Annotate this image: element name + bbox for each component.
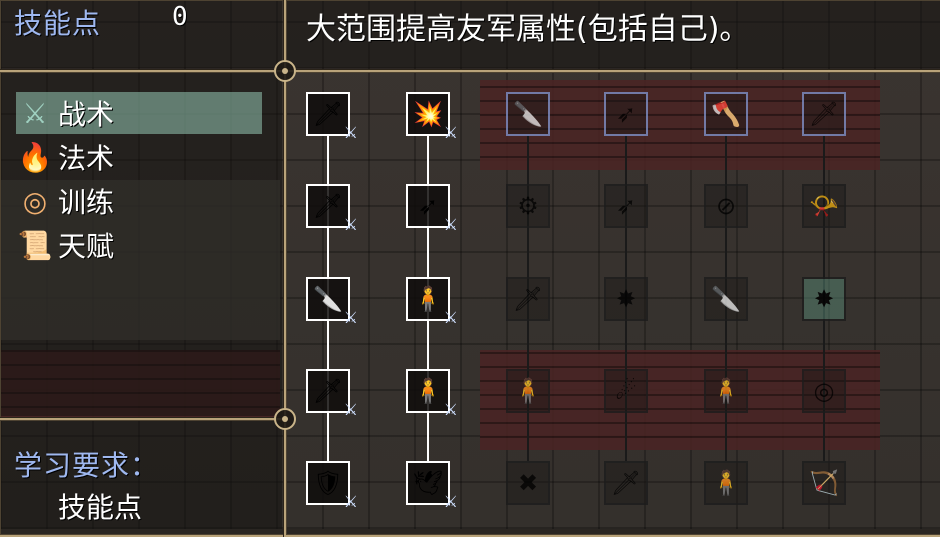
skill-slot[interactable]: 🔪 (506, 92, 550, 136)
skill-slot[interactable]: 🏹 (802, 461, 846, 505)
skill-slot[interactable]: 🧍 (506, 369, 550, 413)
green-gear-icon: ⚙ (517, 192, 539, 220)
skill-slot[interactable]: ➶ (604, 92, 648, 136)
skill-slot[interactable]: 🗡 (506, 277, 550, 321)
skill-points-label: 技能点 (14, 7, 102, 40)
skill-slot[interactable]: 🧍 ⚔ (406, 277, 458, 327)
weapon-badge-icon: ⚔ (443, 308, 458, 327)
shadow-flame-icon: ☄ (615, 377, 637, 405)
skill-slot[interactable]: ☄ (604, 369, 648, 413)
requirement-item: 技能点 (58, 491, 143, 524)
fire-dagger-icon: 🔪 (313, 285, 343, 313)
skill-slot[interactable]: 🧍 ⚔ (406, 369, 458, 419)
horn-icon: 📯 (809, 192, 839, 220)
wing-icon: 🕊 (412, 469, 444, 497)
tactics-icon: ⚔ (22, 96, 48, 130)
fire-burst-icon: ✸ (615, 285, 637, 313)
fire-burst-icon: ✸ (813, 285, 835, 313)
fire-figure-icon: 🧍 (513, 377, 543, 405)
ice-sword-icon: 🗡 (312, 377, 344, 405)
skill-slot[interactable]: 💥 ⚔ (406, 92, 458, 142)
thrust-icon: ➶ (615, 100, 637, 128)
category-item[interactable]: ⚔ 战术 (16, 92, 262, 134)
axe-icon: 🪓 (711, 100, 741, 128)
steel-sword-icon: 🗡 (512, 285, 544, 313)
green-figure-icon: 🧍 (711, 377, 741, 405)
thrust-icon: ➶ (615, 192, 637, 220)
skill-slot[interactable]: ➶ ⚔ (406, 184, 458, 234)
category-item[interactable]: 🔥 法术 (16, 136, 262, 178)
skill-slot[interactable]: 🗡 ⚔ (306, 92, 358, 142)
green-shield-icon: 🛡 (312, 469, 344, 497)
sword-icon: 🗡 (312, 100, 344, 128)
weapon-badge-icon: ⚔ (343, 215, 358, 234)
frame-ornament (274, 60, 296, 82)
fire-dagger-icon: 🔪 (711, 285, 741, 313)
target-arrow-icon: ◎ (813, 377, 835, 405)
golden-blade-icon: 🗡 (808, 100, 840, 128)
category-label: 训练 (58, 186, 115, 219)
bow-icon: 🏹 (809, 469, 839, 497)
fire-icon: 🔥 (17, 140, 53, 174)
weapon-badge-icon: ⚔ (443, 123, 458, 142)
no-sword-icon: ⊘ (715, 192, 737, 220)
weapon-badge-icon: ⚔ (343, 123, 358, 142)
ice-body-icon: 🧍 (413, 377, 443, 405)
weapon-badge-icon: ⚔ (443, 215, 458, 234)
skill-slot[interactable]: ✸ (802, 277, 846, 321)
dark-figure-icon: 🧍 (711, 469, 741, 497)
fire-dagger-icon: 🔪 (513, 100, 543, 128)
skill-slot[interactable]: 🗡 (802, 92, 846, 136)
category-label: 法术 (58, 142, 115, 175)
skill-slot[interactable]: 🕊 ⚔ (406, 461, 458, 511)
category-label: 战术 (58, 98, 115, 131)
burst-sword-icon: 💥 (413, 100, 443, 128)
flaming-sword-icon: 🗡 (312, 192, 344, 220)
weapon-badge-icon: ⚔ (343, 400, 358, 419)
cross-blades-icon: ✖ (517, 469, 539, 497)
scroll-icon: 📜 (17, 228, 53, 262)
skill-slot[interactable]: ✖ (506, 461, 550, 505)
skill-slot[interactable]: ✸ (604, 277, 648, 321)
skill-slot[interactable]: 🪓 (704, 92, 748, 136)
skill-slot[interactable]: ⚙ (506, 184, 550, 228)
skill-points-value: 0 (172, 2, 188, 32)
dark-blade-icon: 🗡 (610, 469, 642, 497)
category-item[interactable]: ◎ 训练 (16, 180, 262, 222)
weapon-badge-icon: ⚔ (343, 308, 358, 327)
skill-description: 大范围提高友军属性(包括自己)。 (306, 12, 750, 47)
fire-body-icon: 🧍 (413, 285, 443, 313)
skill-slot[interactable]: 🗡 (604, 461, 648, 505)
category-item[interactable]: 📜 天赋 (16, 224, 262, 266)
skill-slot[interactable]: 🔪 (704, 277, 748, 321)
target-icon: ◎ (22, 184, 48, 218)
skill-slot[interactable]: 🗡 ⚔ (306, 184, 358, 234)
skill-slot[interactable]: ⊘ (704, 184, 748, 228)
skill-slot[interactable]: 🧍 (704, 369, 748, 413)
skill-slot[interactable]: 🧍 (704, 461, 748, 505)
weapon-badge-icon: ⚔ (343, 492, 358, 511)
skill-slot[interactable]: 🗡 ⚔ (306, 369, 358, 419)
skill-slot[interactable]: 🛡 ⚔ (306, 461, 358, 511)
skill-slot[interactable]: ➶ (604, 184, 648, 228)
weapon-badge-icon: ⚔ (443, 492, 458, 511)
category-label: 天赋 (58, 230, 115, 263)
thrust-icon: ➶ (417, 192, 439, 220)
skill-slot[interactable]: 🔪 ⚔ (306, 277, 358, 327)
skill-slot[interactable]: 📯 (802, 184, 846, 228)
frame-ornament (274, 408, 296, 430)
skill-slot[interactable]: ◎ (802, 369, 846, 413)
requirements-title: 学习要求： (14, 449, 160, 482)
weapon-badge-icon: ⚔ (443, 400, 458, 419)
